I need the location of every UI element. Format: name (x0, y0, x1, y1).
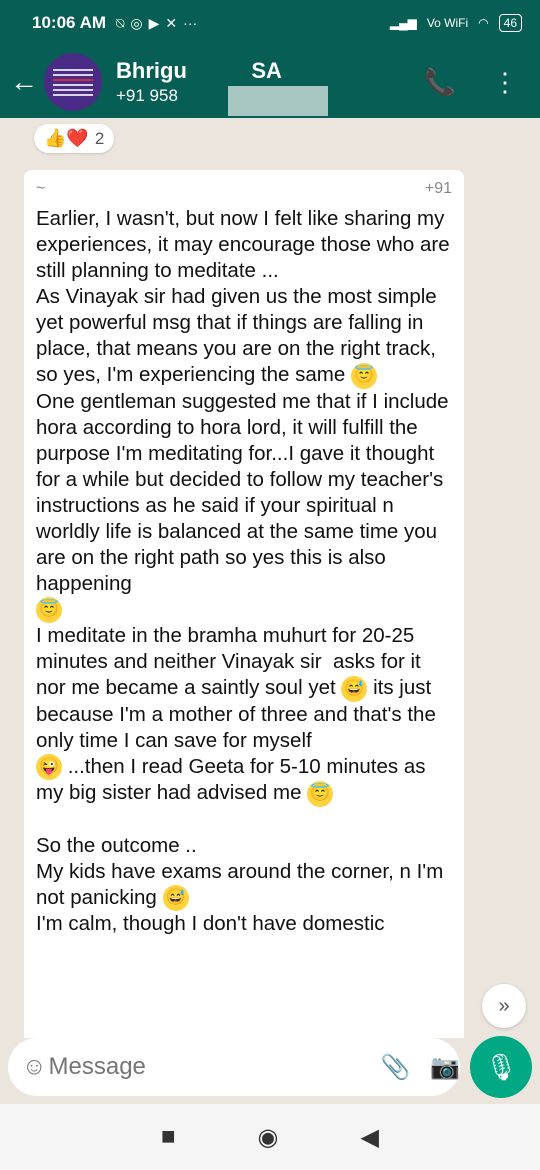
scroll-down-button[interactable]: » (482, 984, 526, 1028)
halo-smile-emoji-icon: 😇 (351, 362, 377, 389)
halo-smile-emoji-icon: 😇 (307, 780, 334, 807)
message-sender: ~ +91 (36, 180, 452, 198)
add-call-icon[interactable]: 📞 (424, 67, 456, 98)
home-icon[interactable]: ◉ (258, 1123, 279, 1152)
message-paragraph-4: So the outcome .. My kids have exams aro… (36, 833, 444, 909)
message-paragraph-1: Earlier, I wasn't, but now I felt like s… (36, 207, 450, 386)
winking-tongue-emoji-icon: 😜 (36, 754, 62, 781)
double-chevron-down-icon: » (498, 994, 510, 1017)
redacted-area (228, 86, 328, 116)
battery-indicator: 46 (498, 14, 522, 32)
mic-button[interactable]: 🎙 (470, 1036, 532, 1098)
status-bar: 10:06 AM ⍉ ◎ ▶ ✕ ··· ▂▄▆ Vo WiFi ◠ 46 (0, 0, 540, 46)
message-paragraph-2: One gentleman suggested me that if I inc… (36, 389, 455, 595)
camera-icon[interactable]: 📷 (430, 1053, 460, 1082)
message-paragraph-5: I'm calm, though I don't have domestic (36, 912, 385, 936)
reaction-badge[interactable]: 👍❤️ 2 (34, 124, 115, 153)
back-arrow-icon[interactable]: ← (10, 66, 40, 98)
message-composer: ☺ 📎 📷 (8, 1038, 460, 1096)
message-paragraph-3c: ...then I read Geeta for 5-10 minutes as… (36, 754, 432, 805)
more-icon: ··· (183, 14, 198, 31)
reaction-count: 2 (94, 128, 105, 148)
chat-title-suffix: SA (251, 57, 282, 83)
mute-icon: ✕ (165, 14, 178, 31)
youtube-icon: ▶ (148, 14, 160, 31)
message-bubble[interactable]: ~ +91 Earlier, I wasn't, but now I felt … (24, 170, 464, 1038)
chat-area[interactable]: 👍❤️ 2 ~ +91 Earlier, I wasn't, but now I… (0, 118, 540, 1038)
message-text: Earlier, I wasn't, but now I felt like s… (36, 206, 452, 937)
signal-icon: ▂▄▆ (389, 16, 417, 30)
network-label: Vo WiFi (426, 16, 469, 30)
recent-apps-icon[interactable]: ■ (161, 1123, 176, 1151)
status-notification-icons: ⍉ ◎ ▶ ✕ ··· (116, 15, 197, 32)
mic-icon: 🎙 (484, 1051, 518, 1082)
message-input[interactable] (46, 1052, 361, 1082)
halo-smile-emoji-icon: 😇 (36, 597, 62, 624)
laughing-emoji-icon: 😅 (341, 675, 368, 702)
more-vert-icon[interactable]: ⋮ (492, 67, 518, 98)
chat-title: Bhrigu (116, 57, 187, 83)
header-actions: 📞 ⋮ (424, 67, 530, 98)
attach-icon[interactable]: 📎 (381, 1053, 411, 1082)
avatar-image (53, 68, 93, 96)
status-right: ▂▄▆ Vo WiFi ◠ 46 (390, 14, 522, 32)
wifi-icon: ◠ (478, 16, 489, 30)
laughing-emoji-icon: 😅 (162, 885, 189, 912)
sender-name: ~ (36, 180, 46, 197)
system-nav-bar: ■ ◉ ◀ (0, 1104, 540, 1170)
sender-phone: +91 (424, 180, 452, 197)
whatsapp-icon: ◎ (130, 14, 143, 31)
notification-off-icon: ⍉ (116, 14, 125, 31)
status-time: 10:06 AM (32, 13, 107, 32)
reaction-emojis: 👍❤️ (44, 128, 89, 148)
avatar[interactable] (44, 53, 102, 111)
back-nav-icon[interactable]: ◀ (360, 1123, 378, 1152)
emoji-icon[interactable]: ☺ (22, 1053, 47, 1081)
